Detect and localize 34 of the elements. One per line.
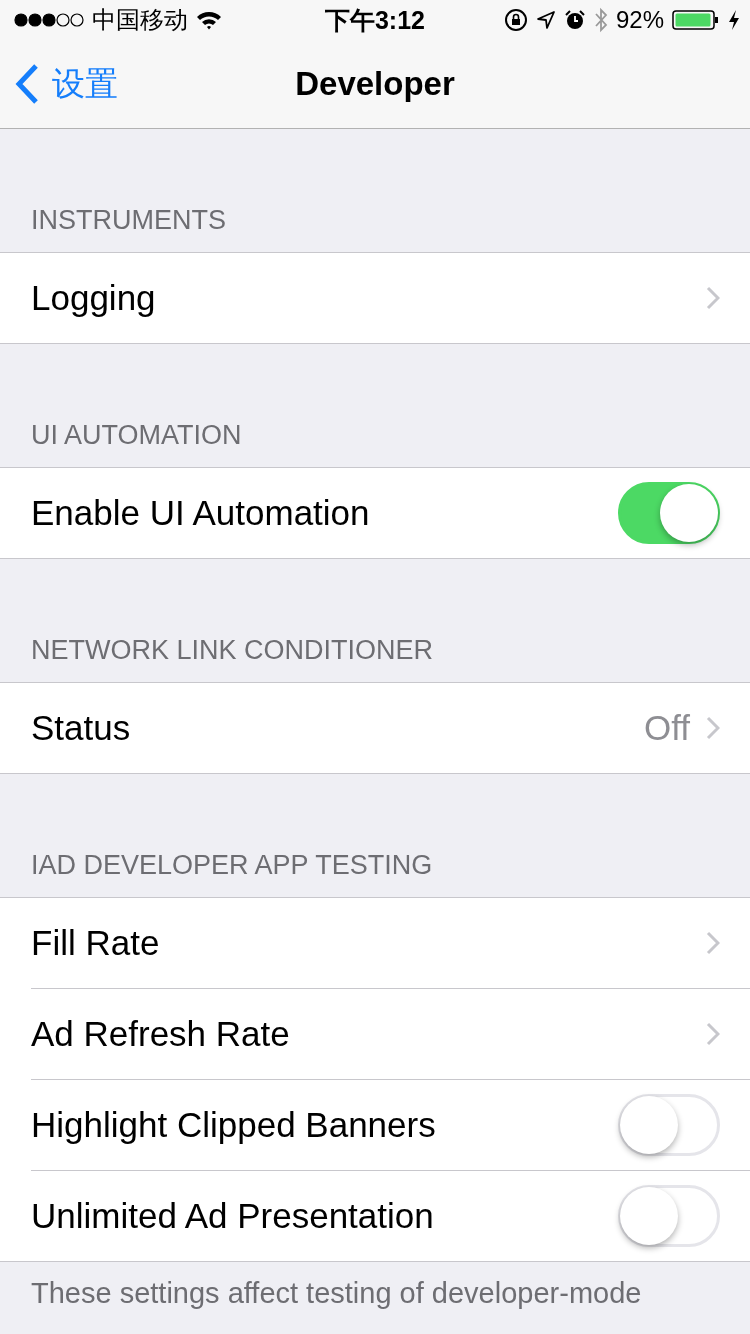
signal-icon — [14, 12, 84, 28]
section-header: IAD DEVELOPER APP TESTING — [31, 850, 433, 881]
chevron-icon — [706, 716, 720, 740]
row-label: Unlimited Ad Presentation — [31, 1196, 434, 1236]
settings-row[interactable]: Fill Rate — [31, 898, 750, 989]
back-button[interactable]: 设置 — [0, 61, 118, 107]
row-label: Logging — [31, 278, 156, 318]
charging-bolt-icon — [728, 9, 740, 31]
nav-title: Developer — [294, 65, 456, 103]
wifi-icon — [196, 10, 222, 30]
row-label: Highlight Clipped Banners — [31, 1105, 436, 1145]
section-footer: These settings affect testing of developer-mode — [31, 1277, 642, 1309]
section-header: UI AUTOMATION — [31, 420, 242, 451]
rotation-lock-icon — [503, 8, 528, 32]
row-value: Off — [643, 708, 690, 748]
location-arrow-icon — [535, 10, 556, 30]
status-time: 下午3:12 — [323, 4, 426, 36]
chevron-icon — [706, 1022, 720, 1046]
carrier-name: 中国移动 — [92, 5, 188, 35]
battery-icon — [672, 9, 720, 31]
row-label: Status — [31, 708, 131, 748]
row-label: Ad Refresh Rate — [31, 1014, 290, 1054]
back-chevron-icon — [14, 63, 40, 105]
section-header: NETWORK LINK CONDITIONER — [31, 635, 434, 666]
alarm-clock-icon — [563, 9, 586, 31]
chevron-icon — [706, 286, 720, 310]
row-label: Enable UI Automation — [31, 493, 370, 533]
toggle-switch[interactable] — [618, 482, 720, 544]
battery-percent: 92% — [615, 6, 664, 34]
settings-row[interactable]: Ad Refresh Rate — [31, 989, 750, 1080]
chevron-icon — [706, 931, 720, 955]
section-header: INSTRUMENTS — [31, 205, 226, 236]
bluetooth-icon — [593, 7, 608, 33]
row-label: Fill Rate — [31, 923, 160, 963]
